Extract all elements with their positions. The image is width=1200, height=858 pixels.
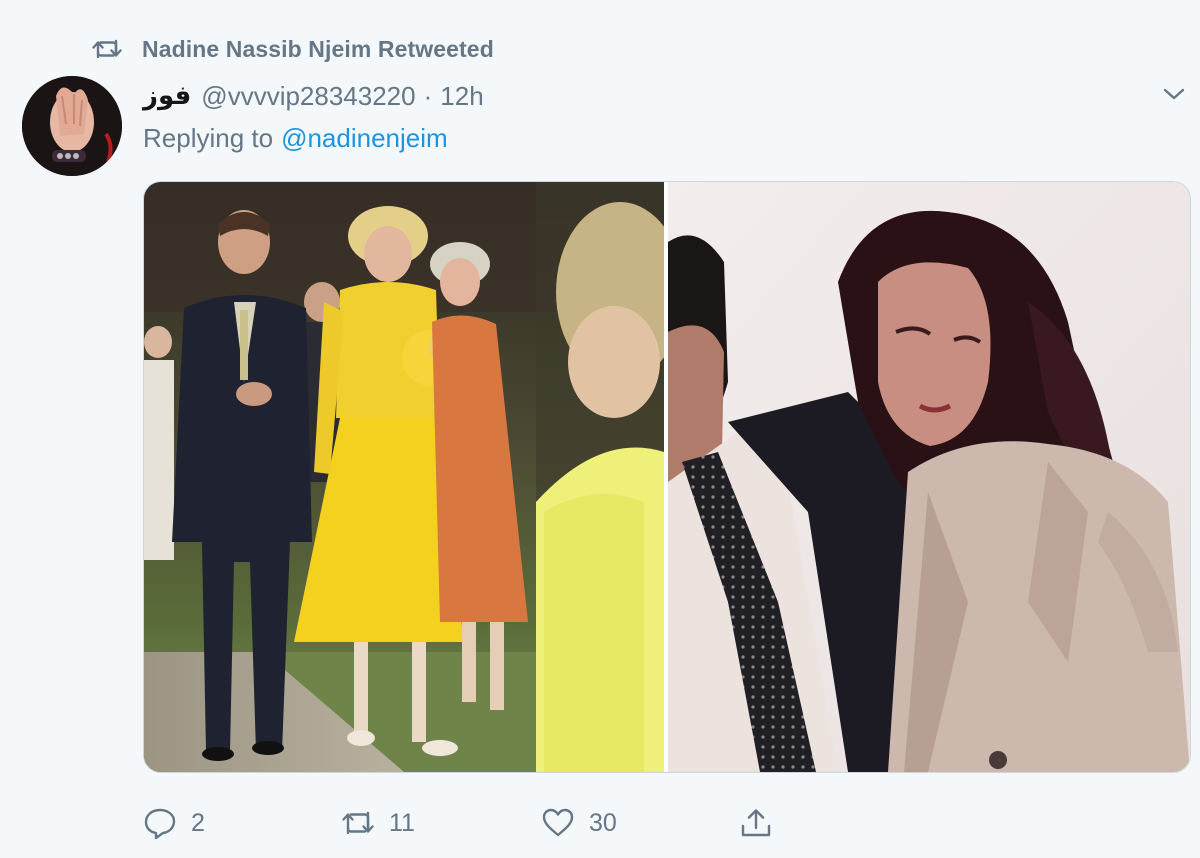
like-count: 30 bbox=[589, 808, 617, 837]
separator-dot: · bbox=[423, 80, 433, 111]
replying-to-label: Replying to bbox=[143, 122, 274, 153]
reply-icon bbox=[144, 808, 176, 840]
mention-link[interactable]: @nadinenjeim bbox=[281, 123, 448, 154]
avatar-image bbox=[22, 76, 122, 176]
avatar[interactable] bbox=[22, 76, 122, 176]
retweet-icon bbox=[92, 39, 122, 59]
reply-count: 2 bbox=[191, 808, 205, 837]
share-button[interactable] bbox=[739, 800, 773, 846]
chevron-down-icon[interactable] bbox=[1160, 82, 1188, 106]
tweet-timestamp[interactable]: 12h bbox=[440, 81, 483, 112]
retweet-count: 11 bbox=[389, 808, 415, 837]
photo-right[interactable] bbox=[668, 182, 1190, 772]
retweet-banner-text[interactable]: Nadine Nassib Njeim Retweeted bbox=[142, 36, 494, 63]
display-name[interactable]: فوز bbox=[143, 81, 191, 111]
reply-button[interactable]: 2 bbox=[143, 800, 205, 846]
tweet[interactable]: Nadine Nassib Njeim Retweeted فوز @vvvvi… bbox=[0, 0, 1200, 858]
retweet-banner: Nadine Nassib Njeim Retweeted bbox=[92, 34, 494, 64]
photo-left[interactable] bbox=[144, 182, 664, 772]
user-handle[interactable]: @vvvvip28343220 bbox=[201, 81, 415, 112]
tweet-header: فوز @vvvvip28343220 · 12h bbox=[143, 78, 484, 114]
share-icon bbox=[741, 809, 771, 837]
replying-to: Replying to @nadinenjeim bbox=[143, 120, 448, 156]
tweet-actions: 2 11 30 bbox=[143, 800, 803, 846]
heart-icon bbox=[542, 808, 574, 837]
like-button[interactable]: 30 bbox=[541, 800, 617, 846]
retweet-icon bbox=[342, 811, 374, 835]
retweet-button[interactable]: 11 bbox=[341, 800, 415, 846]
media-grid bbox=[143, 181, 1191, 773]
photo-right-image bbox=[668, 182, 1190, 772]
photo-left-image bbox=[144, 182, 664, 772]
